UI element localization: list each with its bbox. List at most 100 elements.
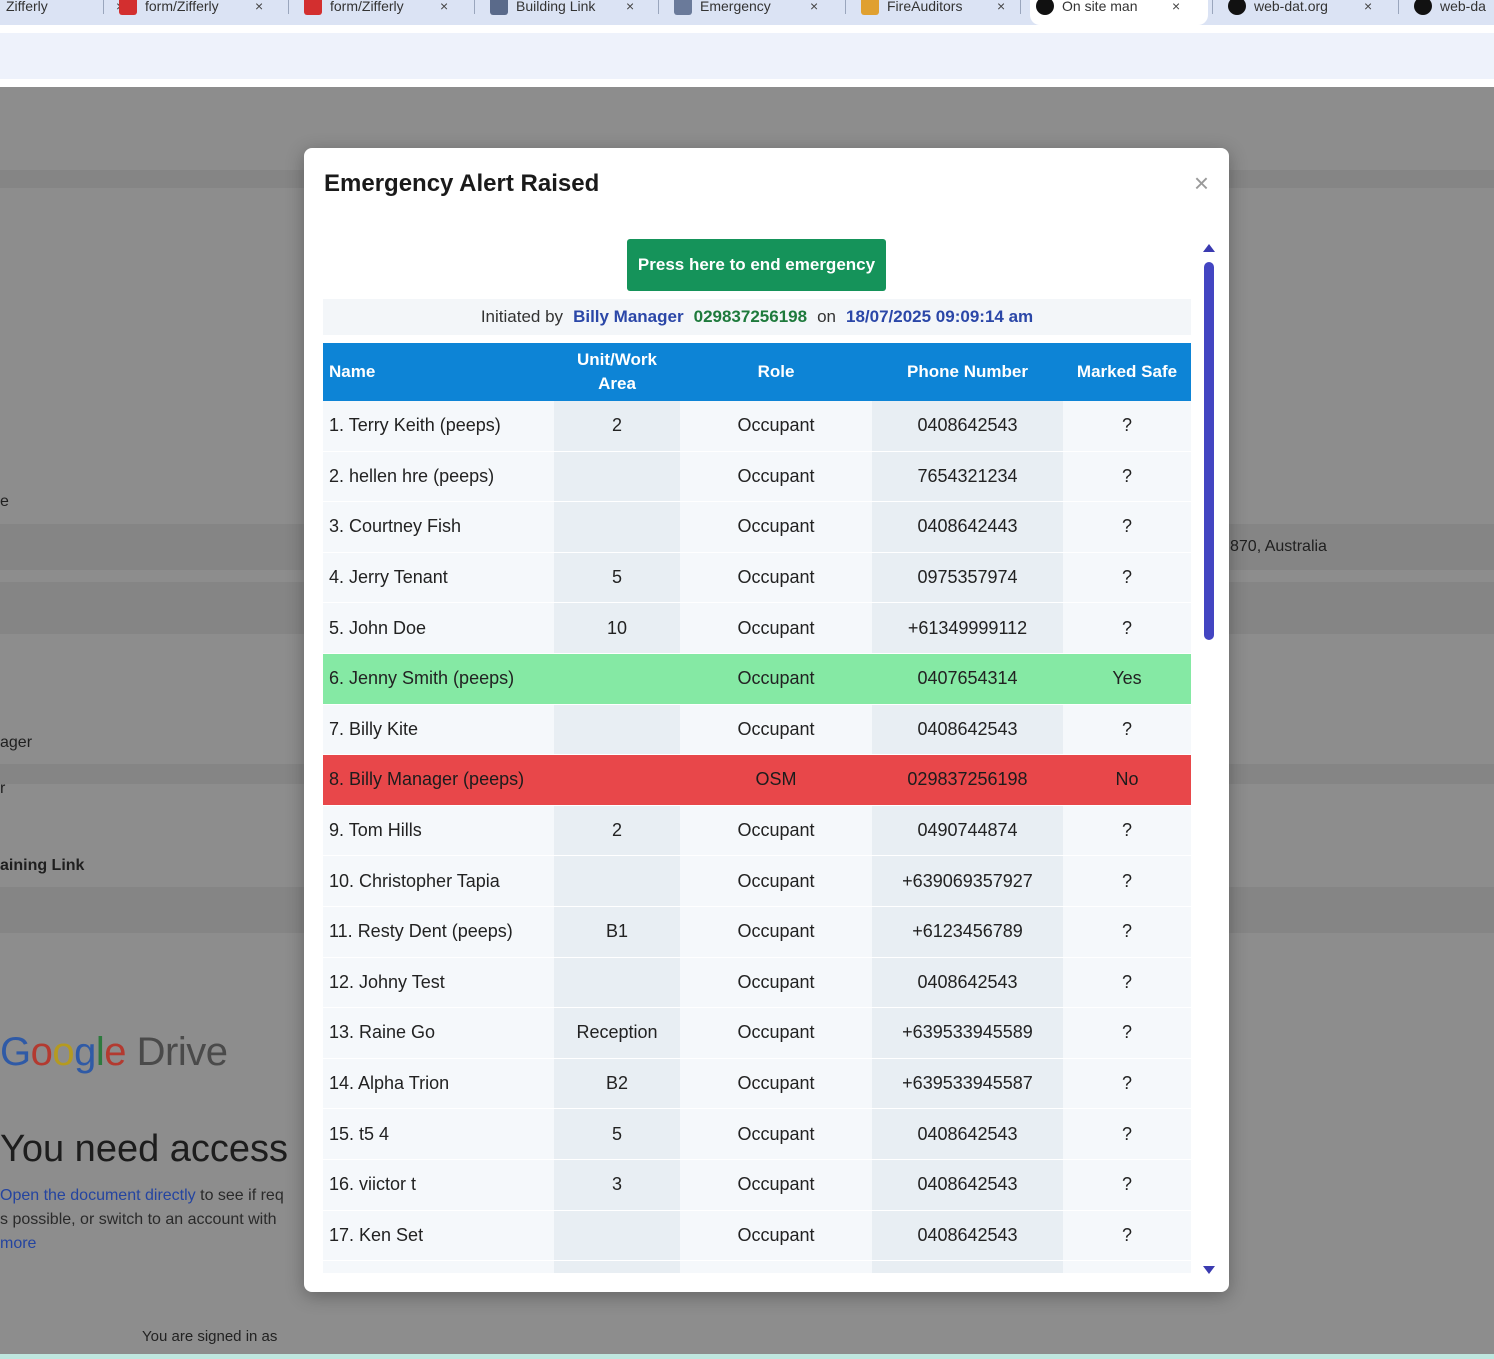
cell-name: 3. Courtney Fish xyxy=(323,501,554,553)
tab-close-icon[interactable]: × xyxy=(440,0,448,14)
cell-phone: 0408642543 xyxy=(872,1159,1063,1211)
cell-phone: 0408642443 xyxy=(872,501,1063,553)
close-icon[interactable]: × xyxy=(1194,170,1209,196)
cell-role: Occupant xyxy=(680,653,872,705)
browser-tab[interactable]: Building Link × xyxy=(484,0,664,25)
cell-phone: +6123456789 xyxy=(872,906,1063,958)
tab-separator xyxy=(845,0,846,14)
tab-close-icon[interactable]: × xyxy=(255,0,263,14)
scrollbar-thumb[interactable] xyxy=(1204,262,1214,640)
table-row: Meeting xyxy=(323,1260,1191,1273)
bottom-strip xyxy=(0,1354,1494,1359)
cell-role: Occupant xyxy=(680,1007,872,1059)
modal-scrollbar[interactable] xyxy=(1200,244,1216,1274)
browser-tab-label: form/Zifferly xyxy=(330,0,404,14)
cell-marked-safe: ? xyxy=(1063,957,1191,1009)
table-row: 16. viictor t 3 Occupant 0408642543? xyxy=(323,1159,1191,1211)
cell-unit: 5 xyxy=(554,552,680,604)
emergency-alert-modal: Emergency Alert Raised × Press here to e… xyxy=(304,148,1229,1292)
cell-phone: 0975357974 xyxy=(872,552,1063,604)
cell-name: 14. Alpha Trion xyxy=(323,1058,554,1110)
open-document-link[interactable]: Open the document directly xyxy=(0,1187,196,1204)
occupants-table: Name Unit/Work Area Role Phone Number Ma… xyxy=(323,343,1191,1273)
cell-unit: 2 xyxy=(554,401,680,452)
end-emergency-button[interactable]: Press here to end emergency xyxy=(627,239,886,291)
bg-training-link[interactable]: aining Link xyxy=(0,857,84,875)
column-header-role: Role xyxy=(680,343,872,401)
cell-marked-safe: ? xyxy=(1063,1007,1191,1059)
cell-marked-safe: ? xyxy=(1063,501,1191,553)
bg-fragment-address: 870, Australia xyxy=(1230,538,1327,555)
cell-unit xyxy=(554,653,680,705)
cell-name: 8. Billy Manager (peeps) xyxy=(323,754,554,806)
tab-close-icon[interactable]: × xyxy=(997,0,1005,14)
table-row: 4. Jerry Tenant 5 Occupant 0975357974? xyxy=(323,552,1191,604)
table-row: 12. Johny Test Occupant 0408642543? xyxy=(323,957,1191,1009)
tab-separator xyxy=(288,0,289,14)
bg-fragment: ager xyxy=(0,734,33,751)
cell-marked-safe: ? xyxy=(1063,1058,1191,1110)
cell-phone: 029837256198 xyxy=(872,754,1063,806)
cell-phone: 0490744874 xyxy=(872,805,1063,857)
drive-access-line: s possible, or switch to an account with xyxy=(0,1211,277,1228)
cell-marked-safe: ? xyxy=(1063,1210,1191,1262)
table-row: 17. Ken Set Occupant 0408642543? xyxy=(323,1210,1191,1262)
initiated-datetime: 18/07/2025 09:09:14 am xyxy=(846,307,1034,326)
tab-close-icon[interactable]: × xyxy=(626,0,634,14)
browser-tab[interactable]: Emergency × xyxy=(668,0,848,25)
cell-marked-safe: ? xyxy=(1063,451,1191,503)
scroll-down-arrow-icon[interactable] xyxy=(1203,1266,1215,1274)
cell-unit xyxy=(554,501,680,553)
tab-close-icon[interactable]: × xyxy=(1172,0,1180,14)
bg-fragment: e xyxy=(0,493,9,510)
cell-role: Occupant xyxy=(680,501,872,553)
cell-unit: Reception xyxy=(554,1007,680,1059)
modal-body: Press here to end emergency Initiated by… xyxy=(323,236,1191,1273)
cell-marked-safe: No xyxy=(1063,754,1191,806)
cell-name xyxy=(323,1260,554,1273)
cell-name: 11. Resty Dent (peeps) xyxy=(323,906,554,958)
browser-tab[interactable]: FireAuditors × xyxy=(855,0,1035,25)
cell-unit: 5 xyxy=(554,1108,680,1160)
tab-close-icon[interactable]: × xyxy=(1364,0,1372,14)
cell-marked-safe: ? xyxy=(1063,1108,1191,1160)
table-row: 7. Billy Kite Occupant 0408642543? xyxy=(323,704,1191,756)
github-icon xyxy=(1414,0,1432,15)
tab-close-icon[interactable]: × xyxy=(810,0,818,14)
table-row: 3. Courtney Fish Occupant 0408642443? xyxy=(323,501,1191,553)
cell-name: 17. Ken Set xyxy=(323,1210,554,1262)
browser-tab[interactable]: web-da× xyxy=(1408,0,1494,25)
cell-marked-safe: ? xyxy=(1063,552,1191,604)
learn-more-link[interactable]: more xyxy=(0,1235,36,1253)
browser-tab[interactable]: form/Zifferly × xyxy=(298,0,478,25)
browser-tab[interactable]: form/Zifferly × xyxy=(113,0,293,25)
cell-role: Occupant xyxy=(680,401,872,452)
cell-role: Occupant xyxy=(680,957,872,1009)
cell-phone: 7654321234 xyxy=(872,451,1063,503)
address-bar[interactable] xyxy=(0,33,1494,79)
cell-marked-safe xyxy=(1063,1260,1191,1273)
cell-marked-safe: ? xyxy=(1063,1159,1191,1211)
cell-marked-safe: ? xyxy=(1063,602,1191,654)
column-header-marked-safe: Marked Safe xyxy=(1063,343,1191,401)
table-header-row: Name Unit/Work Area Role Phone Number Ma… xyxy=(323,343,1191,401)
cell-name: 7. Billy Kite xyxy=(323,704,554,756)
cell-role xyxy=(680,1260,872,1273)
initiator-name: Billy Manager xyxy=(573,307,684,326)
cell-phone: +639533945587 xyxy=(872,1058,1063,1110)
scroll-up-arrow-icon[interactable] xyxy=(1203,244,1215,252)
initiated-on: on xyxy=(817,307,836,326)
table-row: 9. Tom Hills 2 Occupant 0490744874? xyxy=(323,805,1191,857)
browser-tab-label: FireAuditors xyxy=(887,0,963,14)
initiated-prefix: Initiated by xyxy=(480,307,564,326)
tab-separator xyxy=(474,0,475,14)
cell-unit: 2 xyxy=(554,805,680,857)
browser-tab[interactable]: web-dat.org × xyxy=(1222,0,1402,25)
cell-role: Occupant xyxy=(680,602,872,654)
cell-name: 5. John Doe xyxy=(323,602,554,654)
cell-name: 6. Jenny Smith (peeps) xyxy=(323,653,554,705)
bg-fragment: r xyxy=(0,780,6,797)
cell-role: Occupant xyxy=(680,855,872,907)
browser-tab[interactable]: On site man × xyxy=(1030,0,1208,25)
cell-phone: 0407654314 xyxy=(872,653,1063,705)
